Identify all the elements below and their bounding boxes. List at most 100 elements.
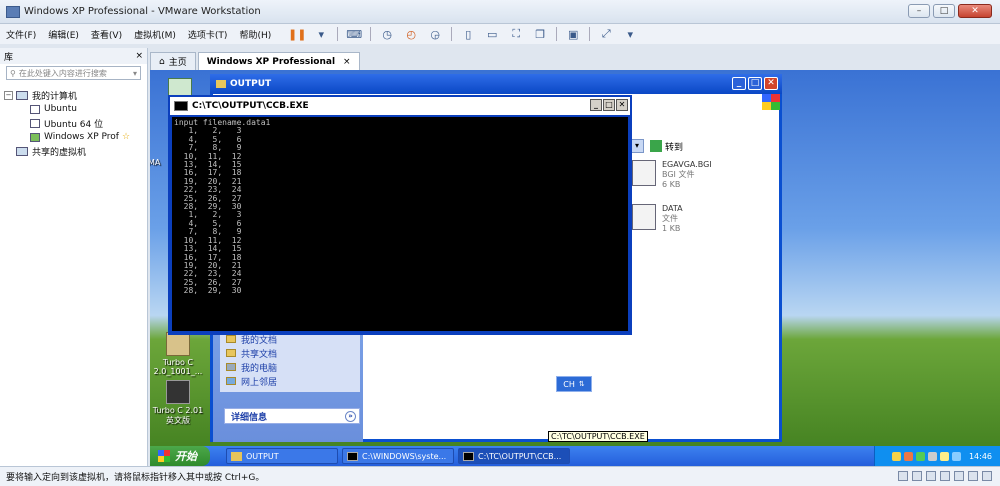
explorer-title: OUTPUT [230,79,272,89]
dropdown-icon[interactable]: ▾ [622,26,638,42]
tree-node-my-computer[interactable]: − 我的计算机 [4,88,143,102]
generic-file-icon [632,204,656,230]
tray-icon[interactable] [903,451,913,461]
tab-windows-xp[interactable]: Windows XP Professional × [197,52,360,70]
sound-icon[interactable] [954,471,964,481]
tray-icon[interactable] [927,451,937,461]
file-item-data[interactable]: DATA 文件 1 KB [632,204,683,234]
close-button[interactable]: ✕ [764,77,778,90]
task-shared-documents[interactable]: 共享文档 [226,346,354,360]
library-panel: 库 × ⚲ 在此处键入内容进行搜索 ▾ − 我的计算机 Ubuntu Ubunt… [0,48,148,466]
tree-node-shared[interactable]: 共享的虚拟机 [4,144,143,158]
menu-help[interactable]: 帮助(H) [233,28,277,41]
windows-logo-icon [762,94,780,110]
desktop-icon-turbo-c-folder[interactable]: Turbo C 2.0_1001_... [150,332,206,376]
details-section[interactable]: 详细信息 » [224,408,360,424]
menu-tabs[interactable]: 选项卡(T) [182,28,234,41]
start-button[interactable]: 开始 [150,446,210,466]
expand-chevron-icon[interactable]: » [345,411,356,422]
tree-node-windows-xp[interactable]: Windows XP Prof ☆ [4,130,143,144]
view-thumbnail-icon[interactable]: ▭ [484,26,500,42]
go-button[interactable]: 转到 [650,140,683,153]
menu-edit[interactable]: 编辑(E) [42,28,85,41]
console-window[interactable]: C:\TC\OUTPUT\CCB.EXE _ □ ✕ input filenam… [168,95,632,335]
explorer-title-bar: OUTPUT _ □ ✕ [210,74,782,94]
message-icon[interactable] [982,471,992,481]
minimize-button[interactable]: – [908,4,930,18]
console-line: 10, 11, 12 [174,151,242,161]
view-library-icon[interactable]: ▯ [460,26,476,42]
taskbar-item-label: C:\TC\OUTPUT\CCB... [478,451,562,461]
toolbar: ❚❚ ▾ ⌨ ◷ ◴ ◶ ▯ ▭ ⛶ ❐ ▣ ⤢ ▾ [285,26,642,42]
console-icon[interactable]: ▣ [565,26,581,42]
folder-icon [226,349,236,357]
taskbar-item-output[interactable]: OUTPUT [226,448,338,464]
cdrom-icon[interactable] [912,471,922,481]
maximize-button[interactable]: □ [933,4,955,18]
task-network-places[interactable]: 网上邻居 [226,374,354,388]
console-line: 7, 8, 9 [174,143,242,153]
taskbar-item-ccb[interactable]: C:\TC\OUTPUT\CCB... [458,448,570,464]
file-size: 6 KB [662,180,681,189]
toolbar-separator [589,27,591,41]
console-line: 10, 11, 12 [174,235,242,245]
pause-icon[interactable]: ❚❚ [288,26,306,42]
close-button[interactable]: ✕ [958,4,992,18]
close-button[interactable]: ✕ [616,99,628,111]
manage-snapshot-icon[interactable]: ◶ [427,26,443,42]
file-item-egavga[interactable]: EGAVGA.BGI BGI 文件 6 KB [632,160,712,190]
send-keys-icon[interactable]: ⌨ [346,26,362,42]
console-line: 1, 2, 3 [174,210,242,220]
favorite-star-icon[interactable]: ☆ [122,132,130,142]
search-dropdown-icon[interactable]: ▾ [133,69,137,78]
library-search-input[interactable]: ⚲ 在此处键入内容进行搜索 ▾ [6,66,141,80]
file-name: DATA [662,204,683,213]
ime-indicator[interactable]: CH ⇅ [556,376,592,392]
tray-icon[interactable] [951,451,961,461]
fullscreen-icon[interactable]: ⛶ [508,26,524,42]
dropdown-icon[interactable]: ▾ [313,26,329,42]
desktop-icon-label: Turbo C 2.0_1001_... [153,358,203,376]
guest-screen[interactable]: MA Turbo C 2.0_1001_... Turbo C 2.01 英文版… [150,70,1000,466]
library-title: 库 [4,52,14,63]
maximize-button[interactable]: □ [748,77,762,90]
menu-file[interactable]: 文件(F) [0,28,42,41]
maximize-button[interactable]: □ [603,99,615,111]
console-line: 22, 23, 24 [174,269,242,279]
network-icon[interactable] [926,471,936,481]
console-line: 25, 26, 27 [174,193,242,203]
taskbar-item-label: C:\WINDOWS\syste... [362,451,447,461]
ime-spinner-icon[interactable]: ⇅ [579,380,585,388]
home-icon: ⌂ [159,56,165,67]
console-window-controls: _ □ ✕ [590,99,628,111]
hdd-icon[interactable] [898,471,908,481]
tab-label: Windows XP Professional [206,56,336,67]
task-my-computer[interactable]: 我的电脑 [226,360,354,374]
library-close-icon[interactable]: × [135,51,143,61]
menu-view[interactable]: 查看(V) [85,28,128,41]
tab-home[interactable]: ⌂ 主页 [150,52,196,70]
snapshot-icon[interactable]: ◷ [379,26,395,42]
address-dropdown-icon[interactable]: ▾ [630,139,644,153]
tray-icon[interactable] [915,451,925,461]
tree-node-ubuntu-64[interactable]: Ubuntu 64 位 [4,116,143,130]
tray-clock[interactable]: 14:46 [969,452,992,461]
console-line: 19, 20, 21 [174,260,242,270]
tray-icon[interactable] [891,451,901,461]
usb-icon[interactable] [940,471,950,481]
stretch-icon[interactable]: ⤢ [598,26,614,42]
collapse-icon[interactable]: − [4,90,13,100]
computer-icon [226,363,236,371]
revert-icon[interactable]: ◴ [403,26,419,42]
console-line: 4, 5, 6 [174,218,242,228]
tree-node-ubuntu[interactable]: Ubuntu [4,102,143,116]
minimize-button[interactable]: _ [590,99,602,111]
display-icon[interactable] [968,471,978,481]
tab-close-icon[interactable]: × [343,57,351,67]
unity-icon[interactable]: ❐ [532,26,548,42]
menu-vm[interactable]: 虚拟机(M) [128,28,182,41]
desktop-icon-turbo-c-en[interactable]: Turbo C 2.01 英文版 [150,380,206,426]
taskbar-item-cmd[interactable]: C:\WINDOWS\syste... [342,448,454,464]
tray-icon[interactable] [939,451,949,461]
minimize-button[interactable]: _ [732,77,746,90]
